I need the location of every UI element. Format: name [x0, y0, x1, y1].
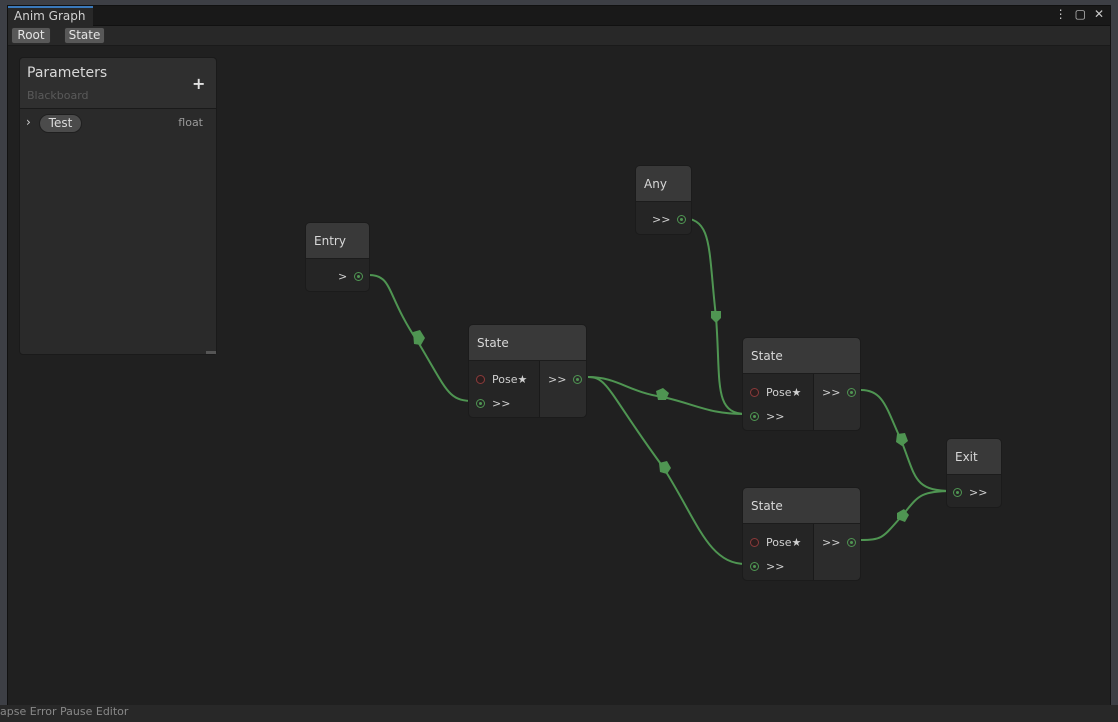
node-title: State: [469, 325, 586, 361]
port-label: Pose★: [766, 386, 802, 399]
in-port[interactable]: >>: [750, 558, 784, 576]
port-icon[interactable]: [677, 214, 687, 224]
node-title: Exit: [947, 439, 1001, 475]
port-label: >: [338, 270, 348, 283]
blackboard-header: Parameters Blackboard +: [20, 58, 216, 109]
exit-node[interactable]: Exit >>: [946, 438, 1002, 508]
breadcrumb-state[interactable]: State: [64, 27, 105, 44]
arrow-marker: [413, 330, 425, 345]
parameter-type: float: [178, 116, 203, 129]
port-icon[interactable]: [750, 537, 759, 547]
port-label: Pose★: [766, 536, 802, 549]
parameter-row[interactable]: › Test float: [20, 112, 216, 134]
pose-port[interactable]: Pose★: [476, 371, 527, 389]
exit-in-port[interactable]: >>: [953, 484, 987, 502]
pose-port[interactable]: Pose★: [750, 534, 801, 552]
output-column: [814, 374, 860, 430]
blackboard-subtitle: Blackboard: [27, 89, 89, 102]
port-icon[interactable]: [750, 561, 759, 571]
port-icon[interactable]: [953, 487, 962, 497]
pose-port[interactable]: Pose★: [750, 384, 801, 402]
node-title: State: [743, 488, 860, 524]
port-label: >>: [652, 213, 671, 226]
blackboard-title: Parameters: [27, 65, 108, 81]
out-port[interactable]: >>: [548, 371, 583, 389]
out-port[interactable]: >>: [822, 384, 857, 402]
state-node-2[interactable]: State Pose★ >> >>: [742, 337, 861, 431]
state-node-1[interactable]: State Pose★ >> >>: [468, 324, 587, 418]
arrow-marker: [711, 311, 721, 323]
node-title: State: [743, 338, 860, 374]
port-label: >>: [822, 536, 841, 549]
out-port[interactable]: >>: [822, 534, 857, 552]
port-icon[interactable]: [750, 387, 759, 397]
port-label: >>: [492, 397, 511, 410]
in-port[interactable]: >>: [476, 395, 510, 413]
chevron-right-icon[interactable]: ›: [26, 115, 31, 129]
port-label: >>: [766, 410, 785, 423]
breadcrumb-toolbar: Root State: [8, 26, 1110, 46]
maximize-icon[interactable]: ▢: [1075, 7, 1086, 21]
port-label: >>: [969, 486, 988, 499]
port-icon[interactable]: [847, 387, 857, 397]
state-node-3[interactable]: State Pose★ >> >>: [742, 487, 861, 581]
entry-node[interactable]: Entry >: [305, 222, 370, 292]
node-title: Entry: [306, 223, 369, 259]
port-icon[interactable]: [573, 374, 583, 384]
parameter-name-pill[interactable]: Test: [39, 114, 82, 133]
output-column: [540, 361, 586, 417]
window-controls: ⋮ ▢ ✕: [1055, 7, 1104, 21]
port-label: >>: [548, 373, 567, 386]
port-label: >>: [822, 386, 841, 399]
breadcrumb-root[interactable]: Root: [11, 27, 51, 44]
node-title: Any: [636, 166, 691, 202]
port-icon[interactable]: [354, 271, 364, 281]
arrow-marker: [896, 433, 908, 446]
resize-grip[interactable]: [206, 351, 216, 354]
anim-graph-window: Anim Graph ⋮ ▢ ✕ Root State Parameters B…: [7, 5, 1111, 713]
add-parameter-button[interactable]: +: [192, 74, 205, 93]
port-icon[interactable]: [476, 374, 485, 384]
any-node[interactable]: Any >>: [635, 165, 692, 235]
port-icon[interactable]: [476, 398, 485, 408]
in-port[interactable]: >>: [750, 408, 784, 426]
port-label: >>: [766, 560, 785, 573]
port-icon[interactable]: [847, 537, 857, 547]
port-label: Pose★: [492, 373, 528, 386]
kebab-menu-icon[interactable]: ⋮: [1055, 7, 1067, 21]
underlying-editor-strip: apse Error Pause Editor: [0, 705, 1118, 722]
any-out-port[interactable]: >>: [652, 211, 687, 229]
parameters-blackboard: Parameters Blackboard + › Test float: [19, 57, 217, 355]
entry-out-port[interactable]: >: [338, 268, 364, 286]
window-tab[interactable]: Anim Graph: [8, 6, 93, 26]
close-icon[interactable]: ✕: [1094, 7, 1104, 21]
title-bar: Anim Graph ⋮ ▢ ✕: [8, 6, 1110, 26]
port-icon[interactable]: [750, 411, 759, 421]
graph-canvas[interactable]: Parameters Blackboard + › Test float Ent…: [8, 47, 1110, 713]
arrow-marker: [659, 461, 671, 474]
output-column: [814, 524, 860, 580]
